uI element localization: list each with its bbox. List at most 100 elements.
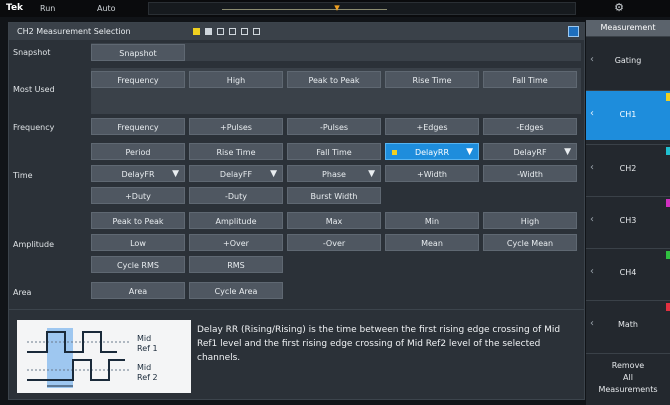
delay-rf-dropdown[interactable]: DelayRF ▼	[483, 143, 577, 160]
page-dot[interactable]	[217, 28, 224, 35]
measurement-panel-title: Measurement	[586, 20, 670, 36]
mean-button[interactable]: Mean	[385, 234, 479, 251]
channel-indicator-icon	[392, 150, 397, 155]
frequency-button[interactable]: Frequency	[91, 118, 185, 135]
remove-label-1: Remove	[611, 361, 645, 370]
run-status[interactable]: Run	[40, 4, 55, 13]
page-dot[interactable]	[193, 28, 200, 35]
measurement-selection-dialog: CH2 Measurement Selection Snapshot Snaps…	[8, 22, 585, 400]
min-button[interactable]: Min	[385, 212, 479, 229]
page-dot[interactable]	[205, 28, 212, 35]
period-button[interactable]: Period	[91, 143, 185, 160]
panel-item-label: Gating	[614, 56, 642, 65]
measurement-description-text: Delay RR (Rising/Rising) is the time bet…	[197, 325, 561, 363]
negative-overshoot-button[interactable]: -Over	[287, 234, 381, 251]
row-label-area: Area	[13, 288, 32, 297]
mid-ref1-label-b: Ref 1	[137, 344, 158, 353]
area-button[interactable]: Area	[91, 282, 185, 299]
measurement-description-panel: Mid Ref 1 Mid Ref 2 Delay RR (Rising/Ris…	[9, 309, 584, 399]
positive-width-button[interactable]: +Width	[385, 165, 479, 182]
remove-label-2: All	[623, 373, 633, 382]
panel-item-label: CH3	[619, 216, 637, 225]
delay-ff-dropdown[interactable]: DelayFF ▼	[189, 165, 283, 182]
panel-item-ch3[interactable]: ‹ CH3	[586, 196, 670, 246]
panel-item-label: CH2	[619, 164, 637, 173]
dropdown-arrow-icon: ▼	[172, 169, 179, 179]
dialog-title: CH2 Measurement Selection	[17, 27, 131, 36]
time-fall-time-button[interactable]: Fall Time	[287, 143, 381, 160]
most-used-high-button[interactable]: High	[189, 71, 283, 88]
positive-edges-button[interactable]: +Edges	[385, 118, 479, 135]
panel-item-label: CH1	[619, 110, 637, 119]
panel-item-gating[interactable]: ‹ Gating	[586, 36, 670, 86]
row-label-frequency: Frequency	[13, 123, 55, 132]
burst-width-button[interactable]: Burst Width	[287, 187, 381, 204]
negative-edges-button[interactable]: -Edges	[483, 118, 577, 135]
page-dot[interactable]	[253, 28, 260, 35]
phase-label: Phase	[322, 170, 346, 179]
dialog-close-button[interactable]	[568, 26, 579, 37]
row-label-amplitude: Amplitude	[13, 240, 54, 249]
panel-item-ch1[interactable]: ‹ CH1	[586, 90, 670, 140]
mid-ref2-label-a: Mid	[137, 363, 151, 372]
dropdown-arrow-icon: ▼	[564, 147, 571, 157]
ch2-color-swatch	[666, 147, 670, 155]
time-rise-time-button[interactable]: Rise Time	[189, 143, 283, 160]
most-used-frequency-button[interactable]: Frequency	[91, 71, 185, 88]
panel-item-label: CH4	[619, 268, 637, 277]
row-label-most-used: Most Used	[13, 85, 55, 94]
panel-item-math[interactable]: ‹ Math	[586, 300, 670, 350]
page-dot[interactable]	[229, 28, 236, 35]
delay-waveform-diagram: Mid Ref 1 Mid Ref 2	[17, 320, 191, 393]
panel-item-ch2[interactable]: ‹ CH2	[586, 144, 670, 194]
mid-ref2-label-b: Ref 2	[137, 373, 158, 382]
ch4-color-swatch	[666, 251, 670, 259]
negative-pulses-button[interactable]: -Pulses	[287, 118, 381, 135]
rms-button[interactable]: RMS	[189, 256, 283, 273]
panel-item-label: Math	[617, 320, 638, 329]
panel-item-ch4[interactable]: ‹ CH4	[586, 248, 670, 298]
snapshot-button[interactable]: Snapshot	[91, 44, 185, 61]
low-button[interactable]: Low	[91, 234, 185, 251]
mid-ref1-label-a: Mid	[137, 334, 151, 343]
dialog-title-bar: CH2 Measurement Selection	[9, 23, 584, 40]
delay-rr-label: DelayRR	[414, 148, 450, 157]
waveform-diagram-icon: Mid Ref 1 Mid Ref 2	[27, 328, 158, 388]
cycle-mean-button[interactable]: Cycle Mean	[483, 234, 577, 251]
most-used-fall-time-button[interactable]: Fall Time	[483, 71, 577, 88]
delay-rr-dropdown[interactable]: DelayRR ▼	[385, 143, 479, 160]
remove-all-measurements-button[interactable]: Remove All Measurements	[586, 353, 670, 405]
peak-to-peak-button[interactable]: Peak to Peak	[91, 212, 185, 229]
brand-logo: Tek	[6, 3, 24, 13]
record-view-line	[222, 9, 387, 10]
positive-pulses-button[interactable]: +Pulses	[189, 118, 283, 135]
most-used-rise-time-button[interactable]: Rise Time	[385, 71, 479, 88]
row-label-time: Time	[13, 171, 33, 180]
amplitude-button[interactable]: Amplitude	[189, 212, 283, 229]
dropdown-arrow-icon: ▼	[270, 169, 277, 179]
positive-overshoot-button[interactable]: +Over	[189, 234, 283, 251]
max-button[interactable]: Max	[287, 212, 381, 229]
settings-icon[interactable]: ⚙	[612, 1, 626, 15]
trigger-mode[interactable]: Auto	[97, 4, 116, 13]
delay-fr-label: DelayFR	[121, 170, 155, 179]
most-used-peak-to-peak-button[interactable]: Peak to Peak	[287, 71, 381, 88]
delay-fr-dropdown[interactable]: DelayFR ▼	[91, 165, 185, 182]
negative-duty-button[interactable]: -Duty	[189, 187, 283, 204]
negative-width-button[interactable]: -Width	[483, 165, 577, 182]
page-indicator[interactable]	[193, 28, 265, 36]
phase-dropdown[interactable]: Phase ▼	[287, 165, 381, 182]
measurement-panel: Measurement ‹ Gating ‹ CH1 ‹ CH2 ‹ CH3 ‹…	[586, 20, 670, 405]
row-label-snapshot: Snapshot	[13, 48, 51, 57]
high-button[interactable]: High	[483, 212, 577, 229]
status-bar: Tek Run Auto ▾ ⚙	[0, 0, 670, 17]
page-dot[interactable]	[241, 28, 248, 35]
dropdown-arrow-icon: ▼	[368, 169, 375, 179]
cycle-rms-button[interactable]: Cycle RMS	[91, 256, 185, 273]
ch3-color-swatch	[666, 199, 670, 207]
trigger-position-icon[interactable]: ▾	[333, 2, 341, 16]
cycle-area-button[interactable]: Cycle Area	[189, 282, 283, 299]
delay-rf-label: DelayRF	[513, 148, 547, 157]
positive-duty-button[interactable]: +Duty	[91, 187, 185, 204]
dropdown-arrow-icon: ▼	[466, 147, 473, 157]
